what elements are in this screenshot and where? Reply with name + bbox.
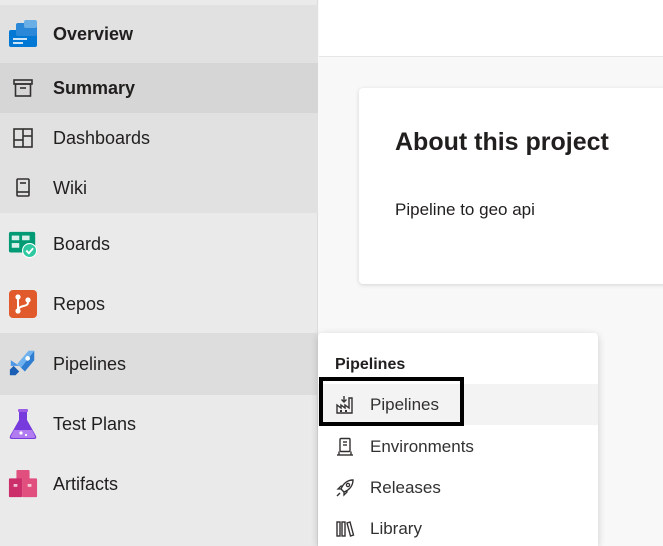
nav-label-artifacts: Artifacts [53,473,119,494]
top-bar [319,0,663,57]
nav-item-repos[interactable]: Repos [0,274,318,334]
flyout-label-library: Library [370,518,422,538]
flyout-item-library[interactable]: Library [318,508,598,546]
nav-item-summary[interactable]: Summary [0,63,318,113]
boards-icon [8,229,38,259]
nav-label-boards: Boards [53,233,111,254]
flyout-item-environments[interactable]: Environments [318,426,598,467]
left-navigation: Overview Summary Dashboards Wiki Boards … [0,0,318,546]
rocket-icon [334,477,356,499]
dashboards-icon [8,123,38,153]
flyout-label-environments: Environments [370,436,474,456]
pipelines-flyout-menu: Pipelines Pipelines Environments Release… [318,333,598,546]
artifacts-icon [8,469,38,499]
nav-item-dashboards[interactable]: Dashboards [0,113,318,163]
repos-icon [8,289,38,319]
nav-item-pipelines[interactable]: Pipelines [0,333,318,395]
nav-label-dashboards: Dashboards [53,127,151,148]
nav-label-wiki: Wiki [53,177,87,198]
nav-label-summary: Summary [53,77,136,98]
nav-item-artifacts[interactable]: Artifacts [0,454,318,514]
about-project-title: About this project [395,128,609,156]
flyout-header: Pipelines [335,356,406,373]
flyout-item-releases[interactable]: Releases [318,467,598,508]
test-plans-icon [8,409,38,439]
nav-item-wiki[interactable]: Wiki [0,163,318,213]
nav-label-repos: Repos [53,293,106,314]
nav-label-overview: Overview [53,23,134,44]
highlight-annotation-box [319,377,464,426]
pipelines-icon [8,349,38,379]
nav-label-pipelines: Pipelines [53,353,127,374]
environments-icon [334,436,356,458]
summary-icon [8,73,38,103]
project-description: Pipeline to geo api [395,200,535,219]
wiki-icon [8,173,38,203]
nav-item-boards[interactable]: Boards [0,214,318,274]
nav-item-overview[interactable]: Overview [0,5,318,63]
nav-label-test-plans: Test Plans [53,413,137,434]
overview-icon [8,19,38,49]
nav-item-test-plans[interactable]: Test Plans [0,394,318,454]
library-icon [334,518,356,540]
flyout-label-releases: Releases [370,477,441,497]
about-project-card: About this project Pipeline to geo api [359,88,663,284]
